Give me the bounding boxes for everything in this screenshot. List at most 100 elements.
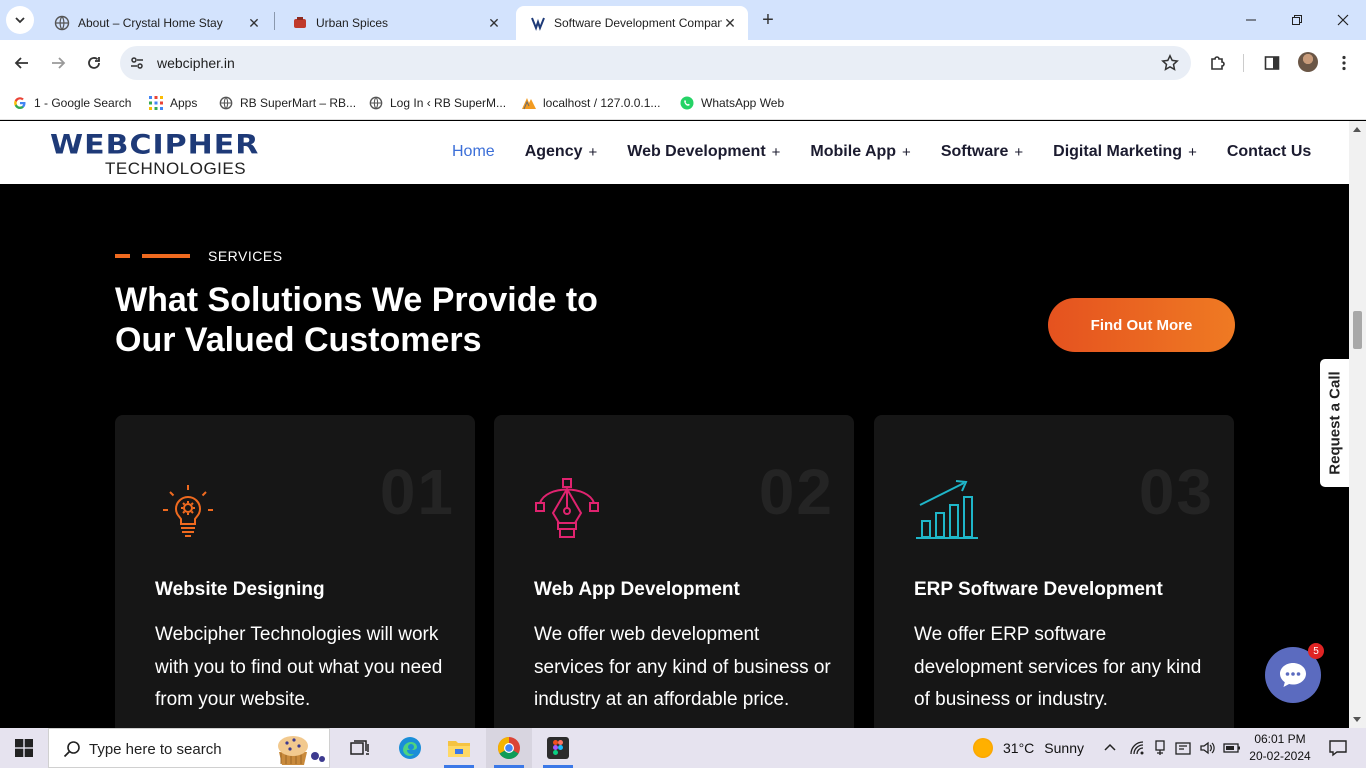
page-scrollbar[interactable] (1349, 121, 1366, 728)
side-panel-button[interactable] (1261, 52, 1283, 74)
card-description: Webcipher Technologies will work with yo… (155, 624, 443, 710)
tab-search-button[interactable] (6, 6, 34, 34)
browser-tab-strip: About – Crystal Home Stay ✕ Urban Spices… (0, 0, 1366, 40)
nav-home[interactable]: Home (452, 143, 495, 161)
nav-contact-us[interactable]: Contact Us (1227, 143, 1311, 161)
taskbar-edge[interactable] (387, 728, 433, 768)
tab-crystal-home-stay[interactable]: About – Crystal Home Stay ✕ (40, 6, 272, 40)
taskbar-figma[interactable] (535, 728, 581, 768)
taskbar-file-explorer[interactable] (436, 728, 482, 768)
page-viewport: WEBCIPHER TECHNOLOGIES Home Agency + Web … (0, 121, 1366, 728)
tab-title: Urban Spices (316, 16, 389, 30)
network-icon[interactable] (1129, 740, 1145, 756)
toolbar-divider (1243, 54, 1244, 72)
service-card-website-designing[interactable]: 01 Website Designing Webcipher Technolog… (115, 415, 475, 728)
bookmark-google-search[interactable]: 1 - Google Search (12, 93, 131, 113)
scroll-up-arrow[interactable] (1353, 127, 1361, 132)
extensions-button[interactable] (1207, 52, 1229, 74)
nav-digital-marketing[interactable]: Digital Marketing + (1053, 143, 1197, 161)
clock-date: 20-02-2024 (1249, 749, 1311, 763)
bookmark-label: WhatsApp Web (701, 96, 785, 110)
taskbar-clock[interactable]: 06:01 PM 20-02-2024 (1240, 731, 1320, 765)
plus-icon: + (762, 8, 774, 31)
url-text[interactable]: webcipher.in (157, 55, 235, 71)
clock-time: 06:01 PM (1254, 732, 1306, 746)
profile-avatar[interactable] (1298, 52, 1318, 72)
webcipher-favicon-icon (531, 17, 545, 31)
speaker-icon[interactable] (1199, 740, 1215, 756)
address-bar[interactable]: webcipher.in (120, 46, 1191, 80)
scrollbar-thumb[interactable] (1353, 311, 1362, 349)
bookmark-localhost[interactable]: localhost / 127.0.0.1... (521, 93, 660, 113)
bookmark-label: localhost / 127.0.0.1... (543, 96, 661, 110)
weather-temperature: 31°C (1003, 740, 1035, 756)
bookmark-label: Apps (170, 96, 198, 110)
reload-button[interactable] (80, 49, 108, 77)
browser-menu-button[interactable] (1333, 52, 1355, 74)
site-logo[interactable]: WEBCIPHER TECHNOLOGIES (50, 129, 296, 179)
weather-widget[interactable]: 31°C Sunny (973, 728, 1084, 768)
tab-software-development-company[interactable]: Software Development Company ✕ (516, 6, 748, 40)
sun-icon (973, 738, 993, 758)
new-tab-button[interactable]: + (756, 8, 780, 32)
bookmark-rb-supermart[interactable]: RB SuperMart – RB... (218, 93, 356, 113)
minimize-button[interactable] (1228, 0, 1274, 40)
section-heading: What Solutions We Provide to Our Valued … (115, 280, 675, 360)
eyebrow-accent-short (115, 254, 130, 258)
tab-urban-spices[interactable]: Urban Spices ✕ (278, 6, 512, 40)
bookmark-whatsapp-web[interactable]: WhatsApp Web (679, 93, 784, 113)
close-tab-icon[interactable]: ✕ (722, 15, 738, 31)
plus-icon: + (1014, 143, 1024, 161)
service-card-erp-software-development[interactable]: 03 ERP Software Development We offer ERP… (874, 415, 1234, 728)
nav-agency[interactable]: Agency + (525, 143, 598, 161)
nav-label: Software (940, 143, 1009, 160)
usb-device-icon[interactable] (1153, 740, 1167, 756)
close-tab-icon[interactable]: ✕ (246, 15, 262, 31)
nav-label: Mobile App (810, 143, 897, 160)
plus-icon: + (771, 143, 781, 161)
figma-icon (547, 737, 569, 759)
bookmark-star-icon[interactable] (1161, 54, 1179, 72)
request-a-call-tab[interactable]: Request a Call (1320, 359, 1349, 487)
close-window-button[interactable] (1320, 0, 1366, 40)
taskbar-search-box[interactable]: Type here to search (48, 728, 330, 768)
restore-button[interactable] (1274, 0, 1320, 40)
close-tab-icon[interactable]: ✕ (486, 15, 502, 31)
notification-center-button[interactable] (1318, 728, 1358, 768)
bookmark-rb-login[interactable]: Log In ‹ RB SuperM... (368, 93, 506, 113)
chat-widget-button[interactable]: 5 (1265, 643, 1324, 703)
nav-web-development[interactable]: Web Development + (627, 143, 780, 161)
service-card-web-app-development[interactable]: 02 Web App Development We offer web deve… (494, 415, 854, 728)
find-out-more-button[interactable]: Find Out More (1048, 298, 1235, 352)
phpmyadmin-icon (521, 95, 537, 111)
windows-logo-icon (15, 739, 33, 757)
nav-label: Agency (524, 143, 583, 160)
minimize-icon (1246, 19, 1256, 21)
card-title: Website Designing (155, 579, 325, 600)
battery-icon[interactable] (1223, 742, 1241, 754)
nav-mobile-app[interactable]: Mobile App + (810, 143, 910, 161)
meet-now-icon[interactable] (1175, 740, 1191, 756)
restore-icon (1292, 15, 1302, 25)
start-button[interactable] (0, 728, 48, 768)
scroll-down-arrow[interactable] (1353, 717, 1361, 722)
task-view-button[interactable] (337, 728, 383, 768)
plus-icon: + (902, 143, 911, 161)
back-button[interactable] (8, 49, 36, 77)
globe-icon (54, 15, 70, 31)
bookmarks-bar: 1 - Google Search Apps RB SuperMart – RB… (0, 86, 1366, 120)
urban-spices-favicon-icon (294, 17, 306, 28)
globe-icon (368, 95, 384, 111)
chevron-up-icon[interactable] (1103, 741, 1117, 755)
nav-software[interactable]: Software + (941, 143, 1023, 161)
bookmark-apps[interactable]: Apps (148, 93, 197, 113)
browser-toolbar: webcipher.in (0, 40, 1366, 86)
taskbar-chrome[interactable] (486, 728, 532, 768)
nav-label: Digital Marketing (1053, 143, 1183, 160)
site-info-icon[interactable] (129, 55, 145, 71)
forward-button[interactable] (44, 49, 72, 77)
section-eyebrow: SERVICES (115, 248, 283, 264)
nav-label: Contact Us (1226, 143, 1312, 160)
close-icon (1337, 14, 1349, 26)
card-number: 01 (379, 456, 455, 528)
